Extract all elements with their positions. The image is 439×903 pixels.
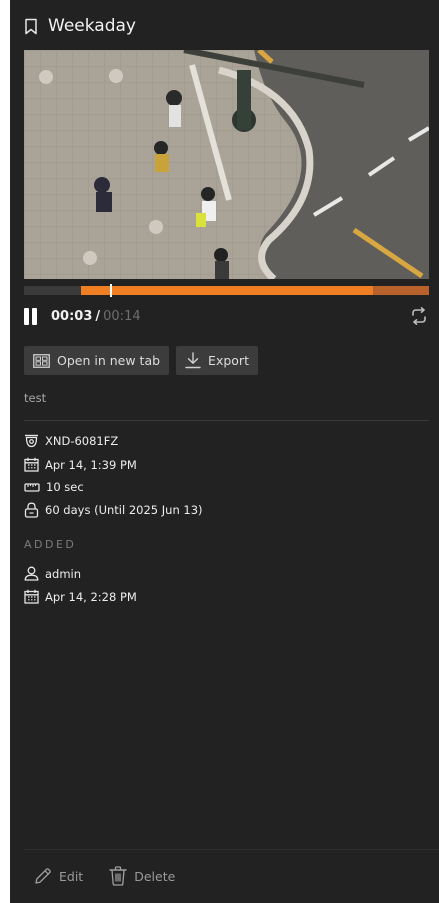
export-button[interactable]: Export [176, 346, 258, 375]
ruler-icon [24, 483, 40, 492]
added-at: Apr 14, 2:28 PM [45, 589, 137, 604]
open-in-new-tab-button[interactable]: Open in new tab [24, 346, 170, 375]
panel-footer: Edit Delete [34, 866, 175, 886]
added-by: admin [24, 566, 81, 581]
action-buttons: Open in new tab Export [24, 346, 258, 375]
time-separator: / [95, 308, 101, 324]
timeline-buffered [81, 286, 373, 295]
bookmark-icon [25, 18, 37, 34]
pause-button[interactable] [24, 307, 37, 325]
open-in-new-tab-label: Open in new tab [57, 353, 161, 368]
calendar-icon [24, 589, 39, 604]
info-camera: XND-6081FZ [24, 434, 118, 448]
delete-button[interactable]: Delete [109, 866, 175, 886]
bookmark-detail-panel: Weekaday 00:03 / 00:14 Open in new tab E… [10, 0, 439, 903]
pencil-icon [35, 868, 51, 884]
playhead[interactable] [110, 284, 112, 297]
clip-length: 10 sec [46, 480, 84, 494]
edit-button[interactable]: Edit [34, 866, 83, 886]
playback-controls: 00:03/00:14 [24, 304, 429, 328]
divider [24, 420, 429, 421]
edit-label: Edit [59, 868, 84, 884]
info-recorded-at: Apr 14, 1:39 PM [24, 457, 137, 472]
footer-divider [24, 849, 439, 850]
bookmark-description: test [24, 391, 47, 405]
delete-label: Delete [134, 868, 176, 884]
panel-header: Weekaday [24, 12, 136, 40]
current-time: 00:03 [51, 308, 93, 324]
info-retention: 60 days (Until 2025 Jun 13) [24, 502, 203, 518]
timeline-tail [373, 286, 429, 295]
calendar-icon [24, 457, 39, 472]
video-player[interactable] [24, 50, 429, 279]
added-user: admin [45, 566, 82, 581]
layout-grid-icon [33, 353, 50, 368]
added-section-label: ADDED [24, 538, 77, 551]
info-length: 10 sec [24, 480, 84, 494]
export-label: Export [208, 353, 249, 368]
camera-name: XND-6081FZ [45, 434, 119, 448]
pause-icon [24, 307, 29, 325]
user-icon [24, 566, 39, 581]
timeline-scrubber[interactable] [24, 284, 429, 297]
loop-icon[interactable] [409, 307, 429, 325]
download-icon [185, 352, 201, 369]
added-at-row: Apr 14, 2:28 PM [24, 589, 137, 604]
time-display: 00:03/00:14 [51, 309, 141, 324]
lock-icon [24, 502, 39, 518]
retention-period: 60 days (Until 2025 Jun 13) [45, 503, 203, 517]
duration: 00:14 [103, 308, 141, 324]
camera-icon [25, 434, 38, 448]
recorded-at: Apr 14, 1:39 PM [45, 457, 137, 472]
trash-icon [109, 866, 127, 886]
video-frame [24, 50, 429, 279]
bookmark-title: Weekaday [48, 16, 136, 36]
